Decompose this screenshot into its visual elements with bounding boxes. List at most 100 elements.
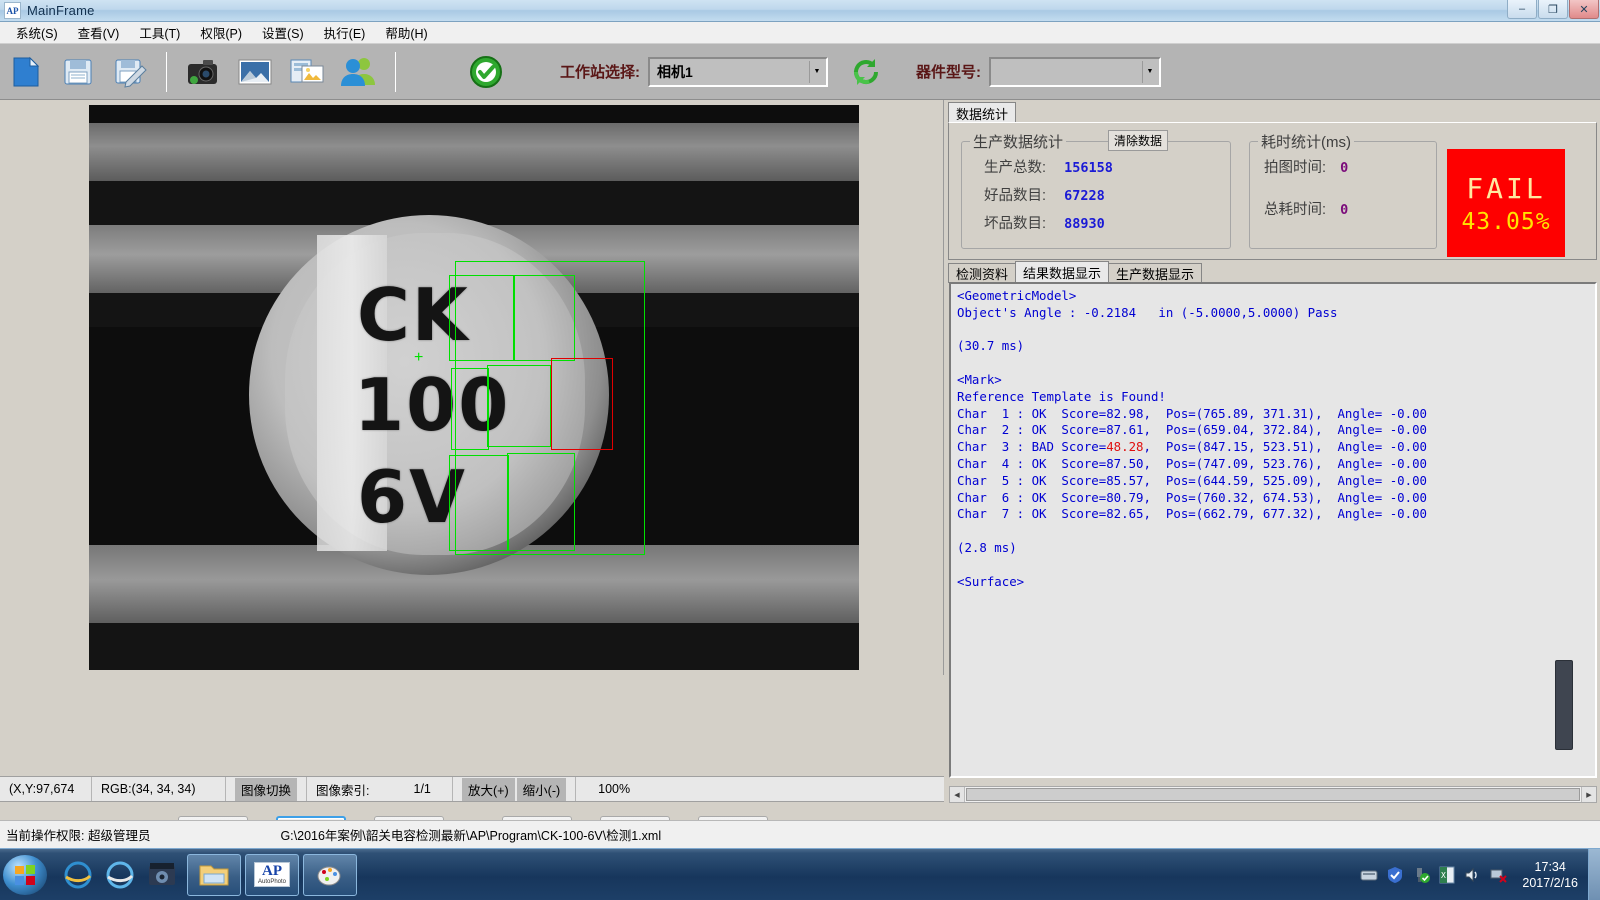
menu-item-help[interactable]: 帮助(H) — [375, 21, 437, 44]
menu-item-tools[interactable]: 工具(T) — [129, 21, 190, 44]
image-index-value: 1/1 — [413, 782, 431, 796]
autophoto-app-icon[interactable]: AP AutoPhoto — [245, 853, 299, 896]
menu-item-execute[interactable]: 执行(E) — [314, 21, 376, 44]
file-explorer-icon[interactable] — [187, 853, 241, 896]
image-view-icon[interactable] — [233, 50, 277, 94]
internet-explorer-icon-2[interactable] — [99, 854, 141, 896]
bad-count-label: 坏品数目: — [984, 216, 1047, 232]
statistics-frame: 生产数据统计 清除数据 生产总数: 156158 好品数目: 67228 坏品数… — [948, 122, 1597, 260]
result-tabstrip: 检测资料 结果数据显示 生产数据显示 — [948, 260, 1203, 283]
title-bar: AP MainFrame – ❐ ✕ — [0, 0, 1600, 22]
capture-time-value: 0 — [1340, 160, 1349, 176]
zoom-out-button[interactable]: 缩小(-) — [516, 777, 567, 801]
excel-icon[interactable]: X — [1434, 849, 1460, 900]
open-file-icon[interactable] — [4, 50, 48, 94]
users-icon[interactable] — [337, 50, 381, 94]
image-notch-3 — [89, 623, 859, 670]
image-export-icon[interactable] — [285, 50, 329, 94]
chevron-down-icon-2[interactable]: ▼ — [1142, 60, 1157, 83]
zoom-in-button[interactable]: 放大(+) — [462, 777, 515, 801]
start-orb-icon[interactable] — [3, 854, 47, 895]
log-line: <GeometricModel> — [957, 288, 1077, 303]
statistics-tabstrip: 数据统计 — [948, 102, 1017, 124]
bad-count-value: 88930 — [1064, 216, 1105, 232]
log-line: Char 3 : BAD Score=48.28, Pos=(847.15, 5… — [957, 439, 1427, 455]
right-panel: 数据统计 生产数据统计 清除数据 生产总数: 156158 好品数目: 6722… — [945, 100, 1600, 815]
log-line: Object's Angle : -0.2184 in (-5.0000,5.0… — [957, 304, 1338, 320]
paint-app-icon[interactable] — [303, 853, 357, 896]
image-switch-button[interactable]: 图像切换 — [235, 777, 298, 801]
result-percent-text: 43.05% — [1461, 208, 1551, 235]
maximize-button[interactable]: ❐ — [1538, 0, 1568, 19]
toolbar: 工作站选择: 相机1 ▼ 器件型号: ▼ — [0, 44, 1600, 100]
save-edit-icon[interactable] — [108, 50, 152, 94]
shield-icon[interactable] — [1382, 849, 1408, 900]
clear-data-button[interactable]: 清除数据 — [1108, 130, 1169, 151]
model-combo[interactable]: ▼ — [989, 56, 1161, 87]
timing-group-title: 耗时统计(ms) — [1258, 131, 1354, 152]
tab-inspection-data[interactable]: 检测资料 — [948, 263, 1017, 283]
menu-item-view[interactable]: 查看(V) — [68, 21, 130, 44]
network-icon[interactable] — [1486, 849, 1512, 900]
show-desktop-button[interactable] — [1588, 849, 1600, 900]
close-button[interactable]: ✕ — [1569, 0, 1599, 19]
internet-explorer-icon[interactable] — [57, 854, 99, 896]
result-log-output[interactable]: <GeometricModel> Object's Angle : -0.2184… — [949, 282, 1597, 778]
model-label: 器件型号: — [916, 64, 981, 81]
cursor-rgb-value: RGB:(34, 34, 34) — [92, 777, 226, 801]
camera-capture-icon[interactable] — [181, 50, 225, 94]
vertical-indicator-strip[interactable] — [1555, 660, 1573, 750]
image-index-label: 图像索引: — [316, 783, 370, 798]
ap-logo-icon: AP — [4, 2, 21, 19]
scroll-left-icon[interactable]: ◀ — [950, 787, 965, 802]
log-line: (2.8 ms) — [957, 539, 1017, 555]
roi-box-char-7 — [449, 455, 509, 551]
autophoto-label: AutoPhoto — [257, 879, 287, 885]
config-file-path: G:\2016年案例\韶关电容检测最新\AP\Program\CK-100-6V… — [280, 829, 662, 843]
scroll-right-icon[interactable]: ▶ — [1581, 787, 1596, 802]
roi-box-char-2 — [513, 275, 575, 361]
log-line: Char 5 : OK Score=85.57, Pos=(644.59, 52… — [957, 472, 1427, 488]
inspection-image[interactable]: CK 100 6V + — [89, 105, 859, 670]
media-player-icon[interactable] — [141, 854, 183, 896]
log-horizontal-scrollbar[interactable]: ◀ ▶ — [949, 786, 1597, 803]
tab-production-data[interactable]: 生产数据显示 — [1108, 263, 1203, 283]
timing-statistics-group: 耗时统计(ms) 拍图时间: 0 总耗时间: 0 — [1249, 131, 1437, 249]
toolbar-separator — [166, 51, 167, 92]
image-status-bar: (X,Y:97,674 RGB:(34, 34, 34) 图像切换 图像索引: … — [0, 776, 944, 802]
minimize-button[interactable]: – — [1507, 0, 1537, 19]
keyboard-icon[interactable] — [1356, 849, 1382, 900]
good-count-label: 好品数目: — [984, 188, 1047, 204]
clock-time: 17:34 — [1534, 859, 1566, 874]
taskbar-clock[interactable]: 17:34 2017/2/16 — [1512, 859, 1588, 891]
log-line: <Surface> — [957, 573, 1025, 589]
workstation-label: 工作站选择: — [560, 64, 640, 81]
run-check-icon[interactable] — [464, 50, 508, 94]
usb-safe-remove-icon[interactable] — [1408, 849, 1434, 900]
menu-item-permission[interactable]: 权限(P) — [190, 21, 252, 44]
save-icon[interactable] — [56, 50, 100, 94]
roi-box-char-5 — [451, 368, 489, 450]
capture-time-label: 拍图时间: — [1264, 160, 1327, 176]
roi-box-char-4 — [487, 365, 551, 447]
tab-result-data[interactable]: 结果数据显示 — [1015, 261, 1110, 283]
tab-data-statistics[interactable]: 数据统计 — [948, 102, 1017, 124]
log-line: Char 7 : OK Score=82.65, Pos=(662.79, 67… — [957, 506, 1427, 522]
workstation-value: 相机1 — [657, 63, 693, 80]
production-statistics-group: 生产数据统计 清除数据 生产总数: 156158 好品数目: 67228 坏品数… — [961, 130, 1231, 249]
scroll-thumb[interactable] — [966, 788, 1580, 801]
refresh-icon[interactable] — [844, 50, 888, 94]
menu-item-settings[interactable]: 设置(S) — [252, 21, 314, 44]
roi-box-char-1 — [449, 275, 515, 361]
workstation-combo[interactable]: 相机1 ▼ — [648, 56, 828, 87]
toolbar-separator-2 — [395, 51, 396, 92]
volume-icon[interactable] — [1460, 849, 1486, 900]
image-band-top — [89, 123, 859, 181]
chevron-down-icon[interactable]: ▼ — [809, 60, 824, 83]
status-bar: 当前操作权限: 超级管理员 G:\2016年案例\韶关电容检测最新\AP\Pro… — [0, 820, 1600, 848]
menu-item-system[interactable]: 系统(S) — [6, 21, 68, 44]
